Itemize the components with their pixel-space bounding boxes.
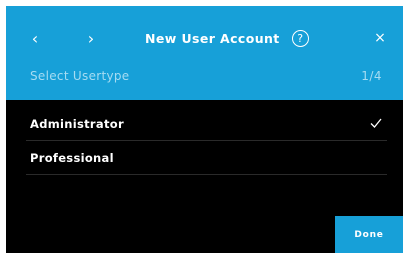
chevron-left-icon: ‹ — [31, 28, 39, 48]
question-circle-icon: ? — [297, 31, 304, 45]
header-bar: ‹ › New User Account ? × Select Usertype… — [6, 6, 403, 100]
forward-button[interactable]: › — [79, 26, 103, 50]
dialog-screen: ‹ › New User Account ? × Select Usertype… — [6, 6, 403, 253]
title-group: New User Account ? — [145, 26, 309, 50]
chevron-right-icon: › — [87, 28, 95, 48]
checkmark-icon — [370, 118, 382, 128]
usertype-option-label: Administrator — [30, 116, 124, 131]
usertype-option-professional[interactable]: Professional — [26, 141, 387, 175]
dialog-title: New User Account — [145, 30, 280, 46]
help-button[interactable]: ? — [291, 29, 309, 47]
back-button[interactable]: ‹ — [23, 26, 47, 50]
step-subtitle: Select Usertype — [30, 69, 130, 83]
close-icon: × — [374, 30, 386, 46]
usertype-option-administrator[interactable]: Administrator — [26, 107, 387, 141]
usertype-list: Administrator Professional — [6, 107, 403, 175]
step-counter: 1/4 — [361, 69, 382, 83]
done-button[interactable]: Done — [335, 216, 403, 253]
usertype-option-label: Professional — [30, 150, 114, 165]
close-button[interactable]: × — [368, 26, 392, 50]
